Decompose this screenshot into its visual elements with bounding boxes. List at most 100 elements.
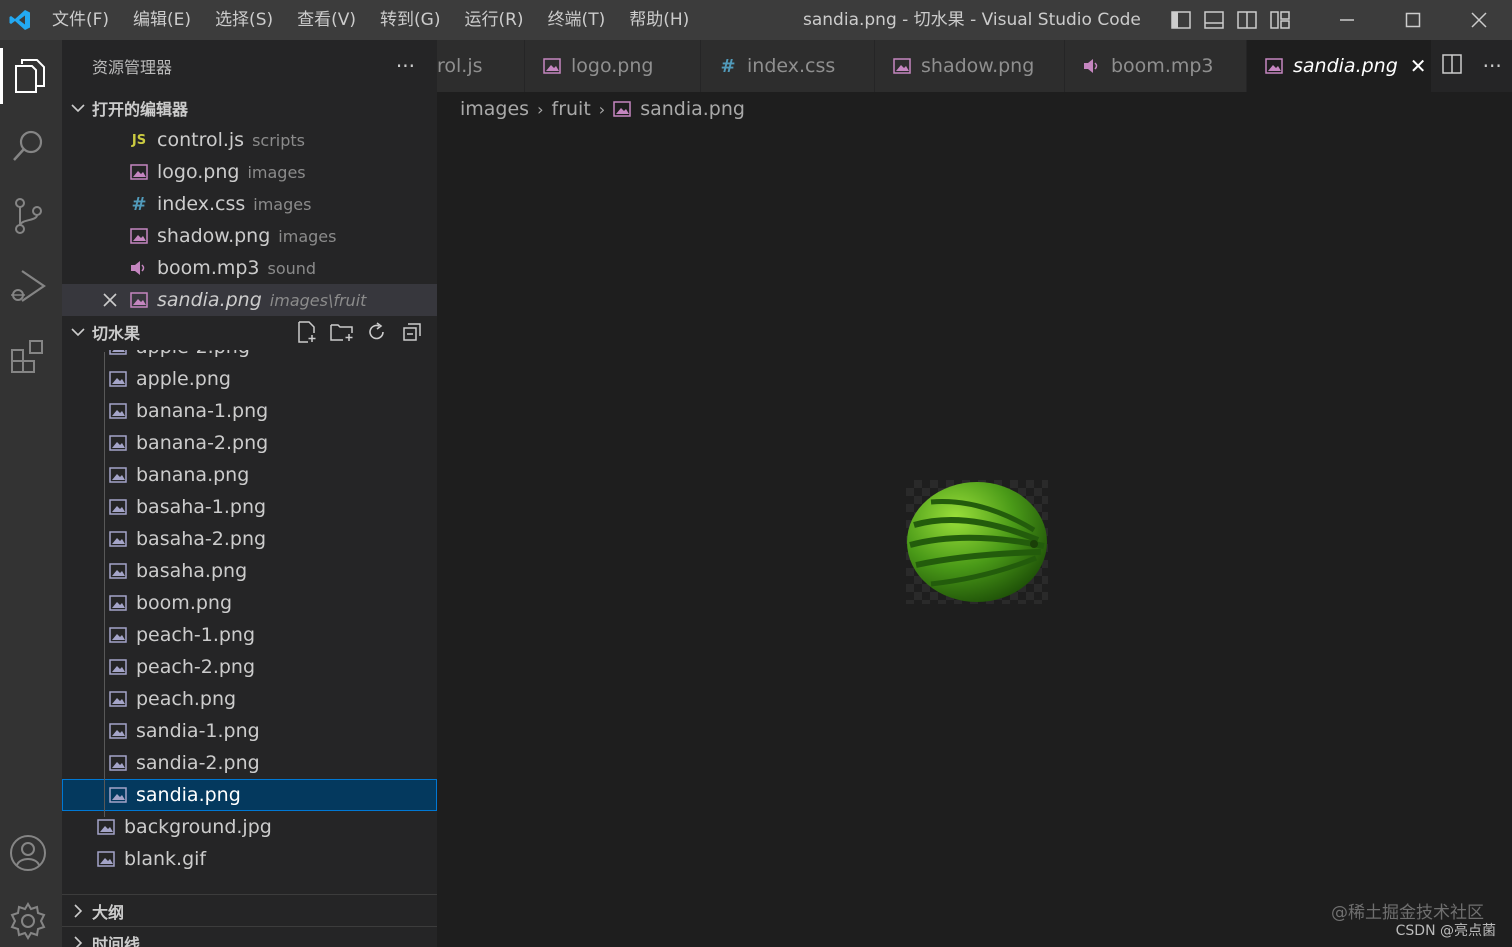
- explorer-icon[interactable]: [0, 48, 56, 104]
- close-editor-icon[interactable]: [102, 291, 118, 313]
- explorer-title: 资源管理器: [92, 58, 173, 77]
- watermark-csdn: CSDN @亮点菌: [1395, 923, 1496, 939]
- editor-tabs: rol.js logo.png # index.css shadow.png b…: [437, 40, 1512, 92]
- menu-selection[interactable]: 选择(S): [203, 0, 285, 40]
- toggle-panel-icon[interactable]: [1197, 0, 1230, 40]
- new-file-icon[interactable]: [289, 321, 324, 343]
- file-item[interactable]: apple.png: [62, 363, 437, 395]
- image-file-icon: [130, 291, 148, 309]
- extensions-icon[interactable]: [0, 328, 56, 384]
- breadcrumb-item[interactable]: fruit: [552, 98, 591, 120]
- title-controls: [1164, 0, 1512, 40]
- tab-sandia-png[interactable]: sandia.png ✕: [1247, 40, 1432, 92]
- close-window-icon[interactable]: [1446, 0, 1512, 40]
- file-item[interactable]: banana-1.png: [62, 395, 437, 427]
- open-editor-item[interactable]: shadow.png images: [62, 220, 437, 252]
- file-item[interactable]: basaha-2.png: [62, 523, 437, 555]
- image-file-icon: [109, 562, 127, 580]
- menu-go[interactable]: 转到(G): [368, 0, 452, 40]
- image-file-icon: [613, 100, 631, 118]
- outline-title: 大纲: [92, 902, 125, 922]
- image-file-icon: [543, 57, 561, 75]
- menu-run[interactable]: 运行(R): [452, 0, 535, 40]
- maximize-icon[interactable]: [1380, 0, 1446, 40]
- file-item[interactable]: sandia-1.png: [62, 715, 437, 747]
- outline-section[interactable]: 大纲: [62, 894, 437, 926]
- file-item-selected[interactable]: sandia.png: [62, 779, 437, 811]
- chevron-right-icon: [64, 935, 92, 947]
- image-file-icon: [109, 722, 127, 740]
- file-item[interactable]: basaha.png: [62, 555, 437, 587]
- more-actions-icon[interactable]: ···: [396, 54, 415, 78]
- toggle-primary-sidebar-icon[interactable]: [1164, 0, 1197, 40]
- image-file-icon: [109, 434, 127, 452]
- menu-help[interactable]: 帮助(H): [617, 0, 701, 40]
- file-item[interactable]: background.jpg: [62, 811, 437, 843]
- refresh-icon[interactable]: [359, 322, 394, 342]
- image-file-icon: [109, 754, 127, 772]
- image-file-icon: [109, 626, 127, 644]
- menu-view[interactable]: 查看(V): [285, 0, 368, 40]
- file-item[interactable]: apple-2.png: [62, 350, 437, 363]
- close-tab-icon[interactable]: ✕: [1410, 54, 1427, 78]
- customize-layout-icon[interactable]: [1263, 0, 1296, 40]
- file-tree: apple-2.png apple.png banana-1.png banan…: [62, 350, 437, 895]
- search-icon[interactable]: [0, 118, 56, 174]
- image-file-icon: [109, 690, 127, 708]
- image-file-icon: [109, 370, 127, 388]
- file-item[interactable]: peach-1.png: [62, 619, 437, 651]
- menu-edit[interactable]: 编辑(E): [121, 0, 203, 40]
- folder-title: 切水果: [92, 324, 141, 343]
- editor-actions: ···: [1432, 40, 1512, 92]
- new-folder-icon[interactable]: [324, 322, 359, 342]
- open-editors-section[interactable]: 打开的编辑器: [62, 92, 437, 124]
- split-editor-icon[interactable]: [1442, 54, 1462, 78]
- explorer-sidebar: 资源管理器 ··· 打开的编辑器 JS control.js scripts l…: [62, 40, 437, 947]
- timeline-section[interactable]: 时间线: [62, 926, 437, 947]
- tab-boom-mp3[interactable]: boom.mp3: [1065, 40, 1247, 92]
- manage-gear-icon[interactable]: [0, 893, 56, 947]
- breadcrumb-item[interactable]: images: [460, 98, 529, 120]
- open-editor-item[interactable]: logo.png images: [62, 156, 437, 188]
- file-item[interactable]: peach.png: [62, 683, 437, 715]
- open-editor-item-active[interactable]: sandia.png images\fruit: [62, 284, 437, 316]
- open-editor-item[interactable]: boom.mp3 sound: [62, 252, 437, 284]
- folder-section[interactable]: 切水果: [62, 316, 437, 348]
- window-title: sandia.png - 切水果 - Visual Studio Code: [803, 10, 1141, 30]
- source-control-icon[interactable]: [0, 188, 56, 244]
- vscode-logo-icon: [0, 0, 40, 40]
- menu-file[interactable]: 文件(F): [40, 0, 121, 40]
- image-file-icon: [109, 786, 127, 804]
- file-item[interactable]: boom.png: [62, 587, 437, 619]
- menu-terminal[interactable]: 终端(T): [536, 0, 618, 40]
- file-item[interactable]: banana-2.png: [62, 427, 437, 459]
- audio-file-icon: [130, 259, 148, 277]
- file-tree-inner: apple-2.png apple.png banana-1.png banan…: [62, 350, 437, 875]
- breadcrumb-item[interactable]: sandia.png: [640, 98, 745, 120]
- timeline-title: 时间线: [92, 934, 141, 947]
- tab-index-css[interactable]: # index.css: [701, 40, 875, 92]
- image-file-icon: [109, 658, 127, 676]
- open-editor-item[interactable]: # index.css images: [62, 188, 437, 220]
- tab-logo-png[interactable]: logo.png: [525, 40, 701, 92]
- js-file-icon: JS: [131, 132, 147, 148]
- tab-shadow-png[interactable]: shadow.png: [875, 40, 1065, 92]
- chevron-down-icon: [64, 327, 92, 337]
- activity-bar: [0, 40, 62, 947]
- file-item[interactable]: peach-2.png: [62, 651, 437, 683]
- css-file-icon: #: [131, 193, 147, 215]
- file-item[interactable]: banana.png: [62, 459, 437, 491]
- open-editor-item[interactable]: JS control.js scripts: [62, 124, 437, 156]
- accounts-icon[interactable]: [0, 825, 56, 881]
- file-item[interactable]: blank.gif: [62, 843, 437, 875]
- file-item[interactable]: basaha-1.png: [62, 491, 437, 523]
- toggle-secondary-sidebar-icon[interactable]: [1230, 0, 1263, 40]
- file-item[interactable]: sandia-2.png: [62, 747, 437, 779]
- image-file-icon: [109, 402, 127, 420]
- image-file-icon: [130, 227, 148, 245]
- minimize-icon[interactable]: [1314, 0, 1380, 40]
- collapse-all-icon[interactable]: [394, 322, 429, 342]
- tab-control-js[interactable]: rol.js: [437, 40, 525, 92]
- run-debug-icon[interactable]: [0, 258, 56, 314]
- editor-more-icon[interactable]: ···: [1483, 54, 1502, 78]
